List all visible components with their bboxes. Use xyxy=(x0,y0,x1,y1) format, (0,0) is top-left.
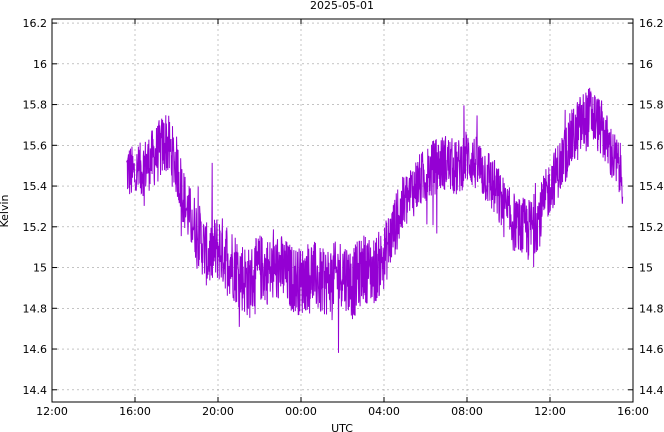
y-tick-label: 16 xyxy=(33,58,47,71)
y-tick-label: 14.4 xyxy=(23,384,48,397)
y-tick-label-right: 15.8 xyxy=(639,99,664,112)
chart-title: 2025-05-01 xyxy=(310,0,374,12)
tick-labels: 12:00 16:00 20:00 00:00 04:00 08:00 12:00 16:00… xyxy=(23,17,664,418)
chart: 12:00 16:00 20:00 00:00 04:00 08:00 12:00 16:00… xyxy=(0,0,664,432)
y-tick-label: 15.2 xyxy=(23,221,48,234)
y-tick-label: 14.6 xyxy=(23,343,48,356)
y-tick-label-right: 15.2 xyxy=(639,221,664,234)
y-tick-label: 15.4 xyxy=(23,180,48,193)
x-tick-label: 00:00 xyxy=(285,405,317,418)
y-tick-label: 16.2 xyxy=(23,17,48,30)
y-tick-label-right: 15.4 xyxy=(639,180,664,193)
x-tick-label: 08:00 xyxy=(451,405,483,418)
y-tick-label: 15.8 xyxy=(23,99,48,112)
series-line-kelvin xyxy=(126,87,624,353)
y-tick-label: 15.6 xyxy=(23,139,48,152)
y-tick-label-right: 15.6 xyxy=(639,139,664,152)
y-tick-label-right: 16.2 xyxy=(639,17,664,30)
x-tick-label: 16:00 xyxy=(119,405,151,418)
tick-marks xyxy=(51,19,634,402)
y-tick-label-right: 15 xyxy=(639,262,653,275)
y-tick-label-right: 14.6 xyxy=(639,343,664,356)
x-tick-label: 12:00 xyxy=(36,405,68,418)
x-tick-label: 16:00 xyxy=(617,405,649,418)
x-tick-label: 04:00 xyxy=(368,405,400,418)
y-tick-label-right: 14.8 xyxy=(639,302,664,315)
y-tick-label: 14.8 xyxy=(23,302,48,315)
y-tick-label-right: 16 xyxy=(639,58,653,71)
y-tick-label-right: 14.4 xyxy=(639,384,664,397)
series-layer xyxy=(126,87,624,353)
x-axis-label: UTC xyxy=(331,422,353,432)
grid xyxy=(52,19,633,402)
y-tick-label: 15 xyxy=(33,262,47,275)
x-tick-label: 12:00 xyxy=(534,405,566,418)
x-tick-label: 20:00 xyxy=(202,405,234,418)
plot-frame xyxy=(51,18,634,403)
y-axis-label: Kelvin xyxy=(0,194,11,227)
